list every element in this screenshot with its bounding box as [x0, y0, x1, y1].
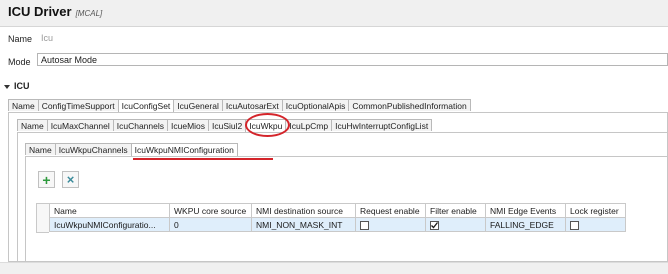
tab-icuoptionalapis[interactable]: IcuOptionalApis — [281, 99, 350, 111]
request-enable-checkbox[interactable] — [360, 220, 369, 230]
tab-icumaxchannel[interactable]: IcuMaxChannel — [46, 119, 114, 131]
cell-lock-register[interactable] — [565, 217, 626, 232]
tab-name[interactable]: Name — [25, 143, 56, 155]
collapse-triangle-icon — [4, 84, 10, 89]
tab-icuautosarext[interactable]: IcuAutosarExt — [221, 99, 283, 111]
editor-header: ICU Driver [MCAL] — [0, 0, 668, 27]
table-row[interactable]: IcuWkpuNMIConfiguratio... 0 NMI_NON_MASK… — [49, 217, 626, 232]
add-button[interactable]: + — [38, 171, 55, 188]
name-field: Icu — [41, 33, 54, 43]
cell-name[interactable]: IcuWkpuNMIConfiguratio... — [49, 217, 170, 232]
tab-name[interactable]: Name — [17, 119, 48, 131]
cell-nmi-destination-source[interactable]: NMI_NON_MASK_INT — [251, 217, 356, 232]
lock-register-checkbox[interactable] — [570, 220, 579, 230]
tab-icugeneral[interactable]: IcuGeneral — [173, 99, 223, 111]
title-subtitle: [MCAL] — [75, 9, 103, 18]
horizontal-scrollbar[interactable] — [0, 262, 668, 274]
tab-name[interactable]: Name — [8, 99, 39, 111]
remove-button[interactable]: × — [62, 171, 79, 188]
name-label: Name — [8, 34, 33, 44]
mode-field[interactable]: Autosar Mode — [37, 53, 668, 66]
tab-icuwkpuchannels[interactable]: IcuWkpuChannels — [54, 143, 132, 155]
row-header-gutter — [36, 203, 49, 233]
filter-enable-checkbox[interactable] — [430, 220, 439, 230]
tab-icuwkpunmiconfiguration[interactable]: IcuWkpuNMIConfiguration — [130, 143, 238, 156]
tabs-level1: Name ConfigTimeSupport IcuConfigSet IcuG… — [8, 99, 471, 112]
column-header-name[interactable]: Name — [49, 203, 170, 218]
tab-icuhwinterruptconfiglist[interactable]: IcuHwInterruptConfigList — [331, 119, 433, 131]
mode-label: Mode — [8, 57, 31, 67]
page-title: ICU Driver [MCAL] — [8, 4, 102, 19]
tabs-level3: Name IcuWkpuChannels IcuWkpuNMIConfigura… — [25, 143, 238, 156]
plus-icon: + — [42, 171, 51, 188]
table-header-row: Name WKPU core source NMI destination so… — [49, 203, 626, 218]
close-icon: × — [66, 172, 75, 187]
cell-wkpu-core-source[interactable]: 0 — [169, 217, 252, 232]
nmi-configuration-table: Name WKPU core source NMI destination so… — [49, 203, 626, 232]
column-header-lock-register[interactable]: Lock register — [565, 203, 626, 218]
tab-configtimesupport[interactable]: ConfigTimeSupport — [37, 99, 119, 111]
section-icu[interactable]: ICU — [4, 81, 30, 91]
checkmark-icon — [431, 221, 439, 229]
column-header-nmi-destination-source[interactable]: NMI destination source — [251, 203, 356, 218]
tab-iculpcmp[interactable]: IcuLpCmp — [285, 119, 333, 131]
tab-icuemios[interactable]: IcueMios — [167, 119, 210, 131]
cell-request-enable[interactable] — [355, 217, 426, 232]
title-text: ICU Driver — [8, 4, 72, 19]
tab-icuchannels[interactable]: IcuChannels — [112, 119, 169, 131]
column-header-request-enable[interactable]: Request enable — [355, 203, 426, 218]
cell-filter-enable[interactable] — [425, 217, 486, 232]
column-header-wkpu-core-source[interactable]: WKPU core source — [169, 203, 252, 218]
column-header-nmi-edge-events[interactable]: NMI Edge Events — [485, 203, 566, 218]
tab-icuwkpu[interactable]: IcuWkpu — [245, 119, 287, 132]
cell-nmi-edge-events[interactable]: FALLING_EDGE — [485, 217, 566, 232]
section-icu-title: ICU — [14, 81, 30, 91]
tabs-level2: Name IcuMaxChannel IcuChannels IcueMios … — [17, 119, 433, 132]
tab-icusiul2[interactable]: IcuSiul2 — [208, 119, 247, 131]
column-header-filter-enable[interactable]: Filter enable — [425, 203, 486, 218]
tab-commonpublishedinformation[interactable]: CommonPublishedInformation — [348, 99, 471, 111]
tab-icuconfigset[interactable]: IcuConfigSet — [117, 99, 175, 112]
